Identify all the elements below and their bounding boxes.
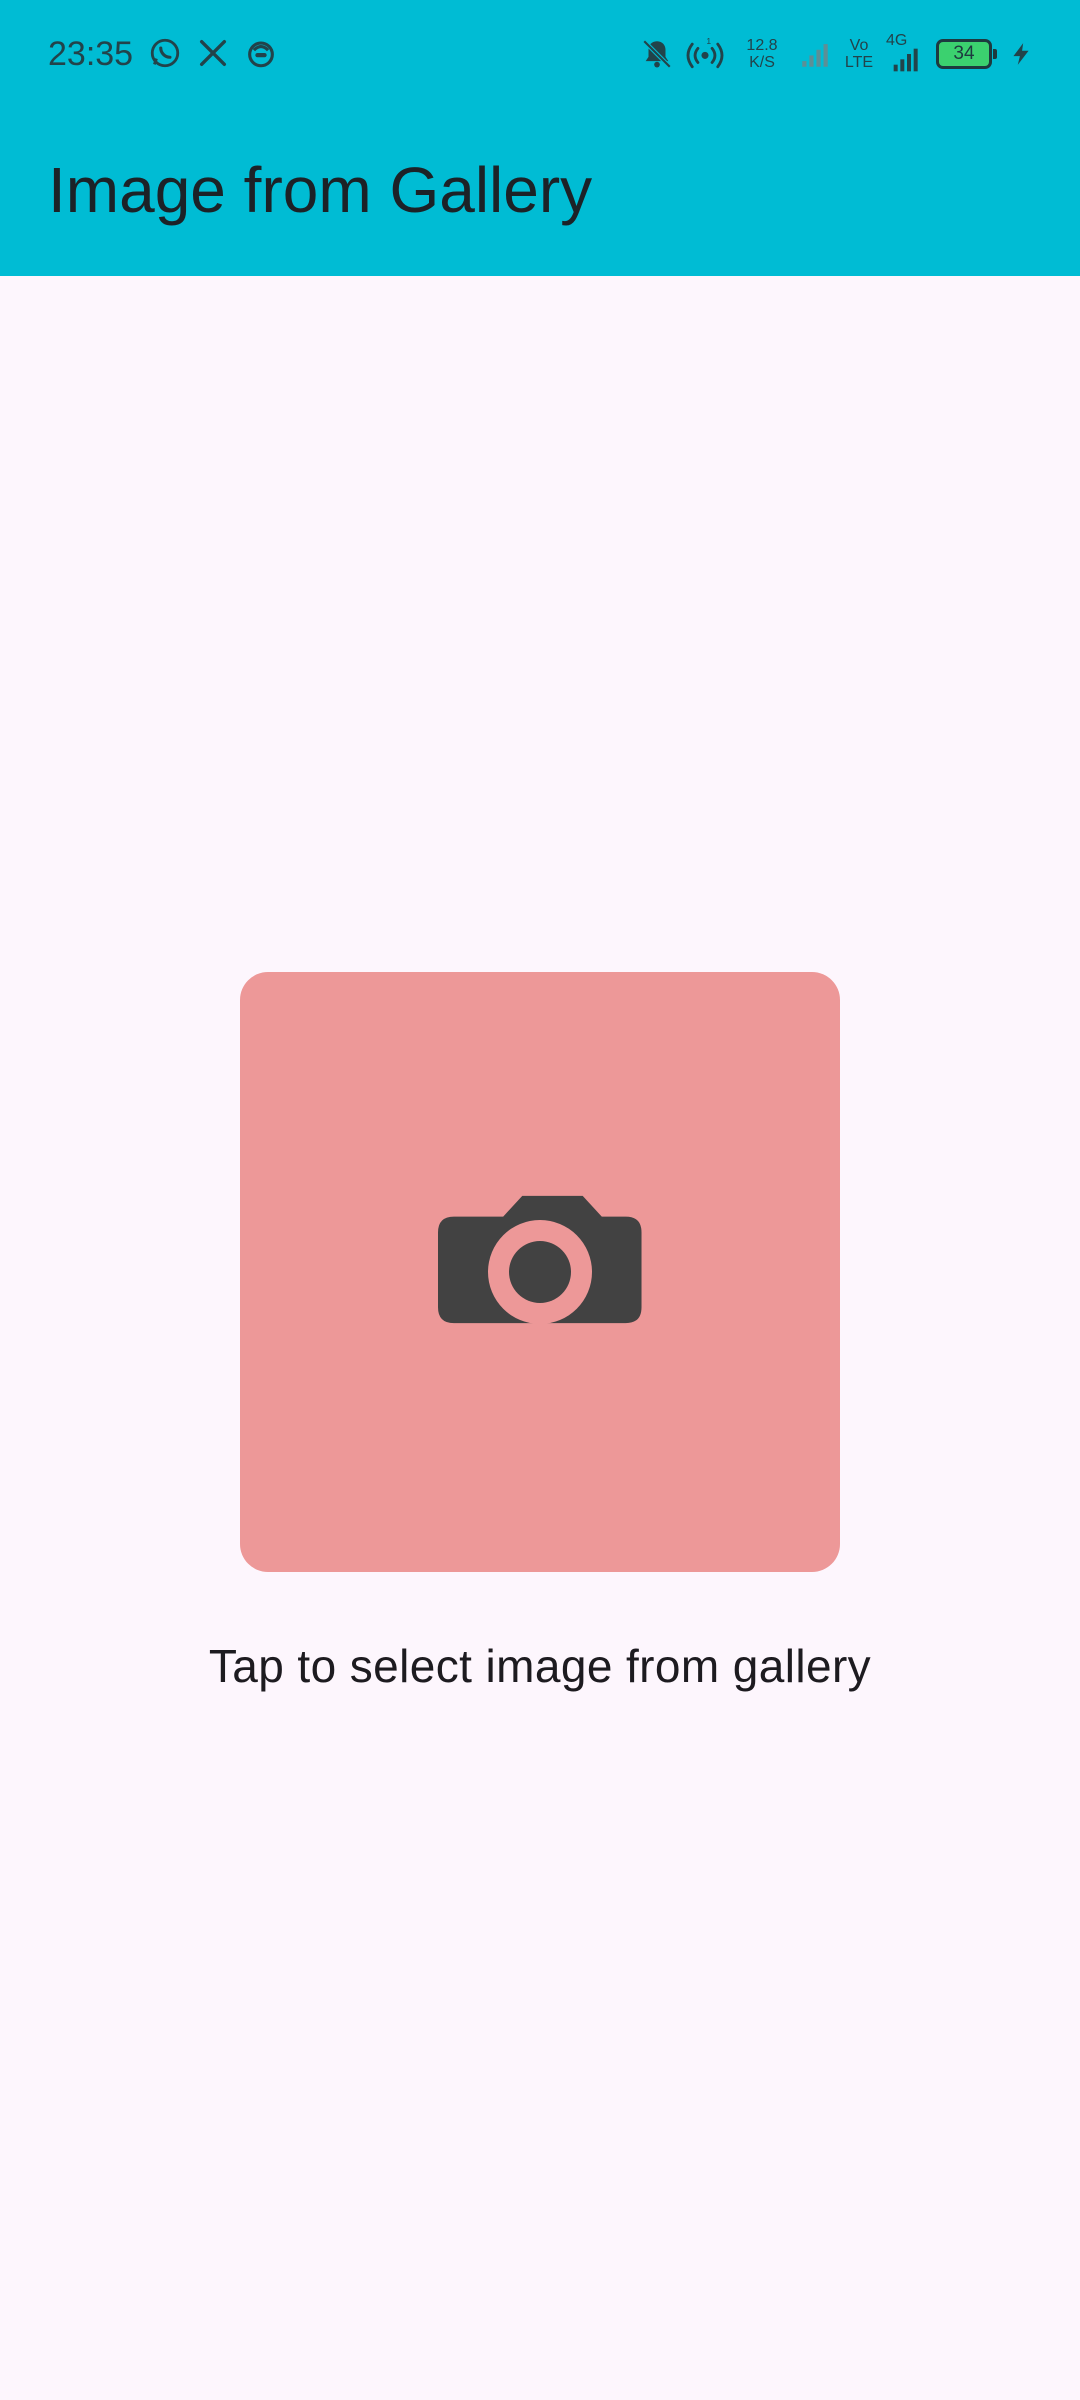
charging-icon (1013, 43, 1029, 65)
signal-weak-icon (802, 44, 828, 67)
instruction-text: Tap to select image from gallery (208, 1640, 872, 1692)
x-icon (199, 39, 227, 67)
net-speed-value: 12.8 (746, 37, 778, 54)
net-speed-unit: K/S (749, 54, 775, 71)
volte-bottom: LTE (844, 54, 874, 71)
net-speed: 12.8 K/S (736, 37, 788, 71)
volte-indicator: Vo LTE (842, 37, 876, 71)
signal-icon (893, 48, 918, 72)
volte-top: Vo (849, 37, 869, 54)
signal-4g: 4G (886, 32, 926, 74)
status-notification-icons (148, 36, 278, 70)
page-title: Image from Gallery (48, 154, 593, 226)
camera-icon (438, 1195, 642, 1324)
status-system-icons: 1 12.8 K/S Vo LTE 4G 34 (640, 30, 1034, 78)
app-icon (248, 41, 274, 68)
status-time: 23:35 (48, 35, 134, 73)
hotspot-count: 1 (706, 37, 711, 46)
battery-indicator: 34 (936, 39, 997, 69)
battery-level: 34 (953, 43, 975, 64)
status-bar: 23:35 1 12.8 K/S Vo LTE 4G 34 (0, 0, 1080, 108)
bell-off-icon (642, 39, 672, 69)
app-bar: 23:35 1 12.8 K/S Vo LTE 4G 34 Image from… (0, 0, 1080, 276)
hotspot-icon: 1 (686, 37, 724, 69)
whatsapp-icon (150, 38, 180, 68)
